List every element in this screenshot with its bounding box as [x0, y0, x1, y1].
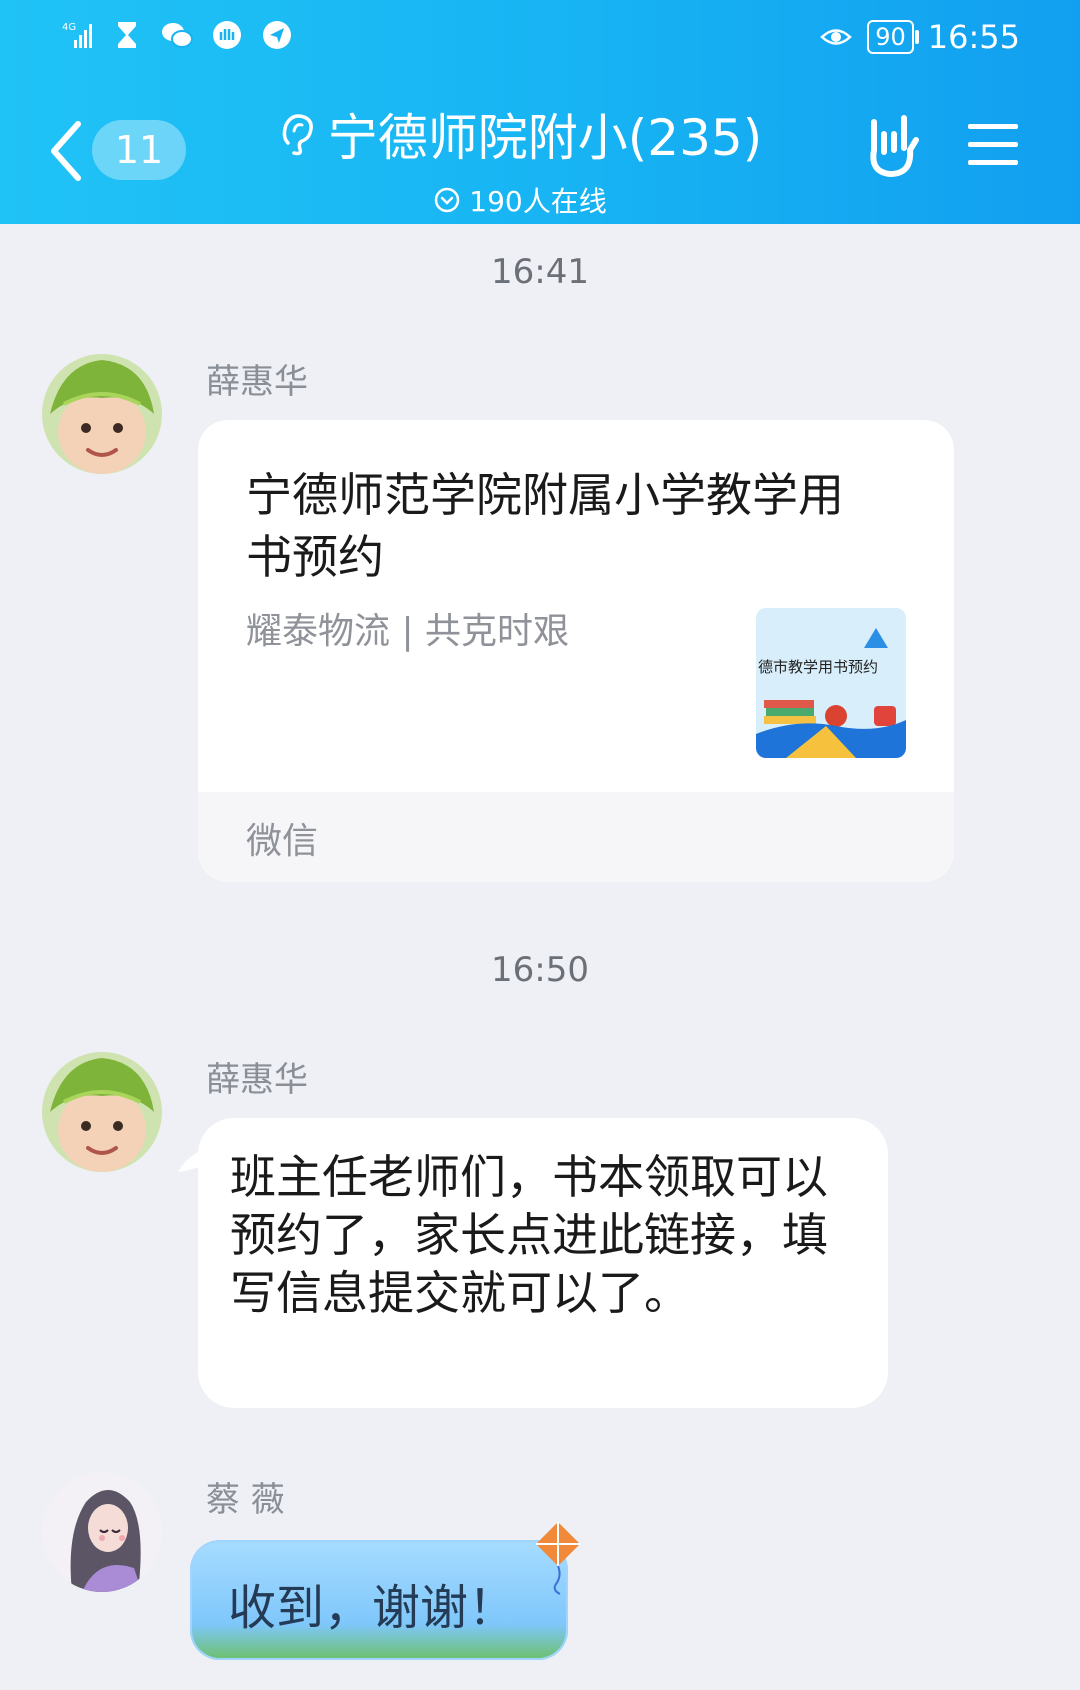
themed-message-bubble[interactable]: 收到，谢谢！	[190, 1540, 568, 1660]
hand-gesture-icon[interactable]	[860, 114, 920, 180]
link-card-footer: 微信	[198, 792, 954, 882]
link-card-thumbnail: 德市教学用书预约	[756, 608, 906, 758]
location-icon	[263, 21, 291, 49]
sender-name: 薛惠华	[206, 362, 308, 402]
ear-icon	[282, 114, 313, 156]
svg-text:4G: 4G	[62, 22, 76, 33]
eye-icon	[820, 29, 853, 45]
chat-title[interactable]: 宁德师院附小(235)	[260, 98, 780, 170]
chevron-circle-icon	[435, 187, 460, 213]
baby-avatar-image	[42, 1052, 162, 1172]
chat-header: 11 宁德师院附小(235) 190人在线	[0, 90, 1080, 220]
unread-count-badge[interactable]: 11	[92, 120, 186, 180]
hourglass-icon	[118, 22, 136, 48]
status-right: 90 16:55	[819, 18, 1020, 56]
avatar[interactable]	[42, 354, 162, 474]
sender-name: 蔡 薇	[206, 1480, 285, 1520]
link-card-title: 宁德师范学院附属小学教学用书预约	[246, 468, 844, 584]
signal-icon: 4G	[62, 22, 92, 48]
status-bar: 4G 90 16:55	[0, 0, 1080, 80]
status-time: 16:55	[927, 18, 1020, 56]
kite-icon	[536, 1522, 580, 1595]
message-text: 班主任老师们，书本领取可以预约了，家长点进此链接，填写信息提交就可以了。	[230, 1150, 828, 1320]
menu-icon[interactable]	[966, 120, 1020, 170]
message-text: 收到，谢谢！	[228, 1580, 517, 1636]
timestamp: 16:41	[491, 252, 589, 292]
app-notification-icon	[213, 21, 241, 49]
battery-indicator: 90	[867, 20, 919, 54]
text-message-bubble[interactable]: 班主任老师们，书本领取可以预约了，家长点进此链接，填写信息提交就可以了。	[198, 1118, 888, 1408]
wechat-icon	[162, 23, 193, 48]
status-left: 4G	[60, 18, 294, 52]
back-icon[interactable]	[44, 118, 88, 184]
link-card[interactable]: 宁德师范学院附属小学教学用书预约 耀泰物流 | 共克时艰 德市教学用书预约 微信	[198, 420, 954, 882]
girl-avatar-image	[42, 1472, 162, 1592]
online-count: 190人在线	[469, 185, 607, 218]
link-card-description: 耀泰物流 | 共克时艰	[246, 611, 570, 652]
top-bar: 4G 90 16:55 11 宁德师院附小(235) 190人在线	[0, 0, 1080, 224]
online-status: 190人在线	[260, 180, 780, 220]
baby-avatar-image	[42, 354, 162, 474]
timestamp: 16:50	[491, 950, 589, 990]
sender-name: 薛惠华	[206, 1060, 308, 1100]
group-name: 宁德师院附小(235)	[327, 109, 763, 167]
avatar[interactable]	[42, 1052, 162, 1172]
avatar[interactable]	[42, 1472, 162, 1592]
chat-title-area[interactable]: 宁德师院附小(235) 190人在线	[260, 98, 780, 220]
svg-text:德市教学用书预约: 德市教学用书预约	[758, 658, 878, 676]
link-card-source: 微信	[246, 821, 319, 862]
